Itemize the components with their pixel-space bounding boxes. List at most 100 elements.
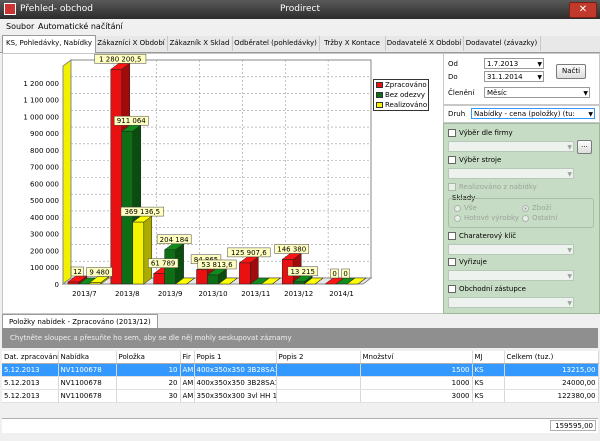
options-panel: Výběr dle firmy ▼ ... Výběr stroje ▼ Rea…: [443, 123, 600, 314]
charakter-checkbox[interactable]: [448, 232, 456, 240]
browse-button[interactable]: ...: [577, 140, 592, 154]
druh-box: Druh Nabídky - cena (položky) (tu: ▼: [443, 105, 600, 123]
do-date-picker[interactable]: 31.1.2014 ▼: [484, 71, 544, 82]
cell-polozka: 20: [116, 376, 181, 390]
zastupce-label: Obchodní zástupce: [459, 285, 526, 293]
sklady-vse-label: Vše: [464, 204, 477, 212]
tab-trzby-kontace[interactable]: Tržby X Kontace: [319, 36, 386, 51]
vyber-firmy-checkbox[interactable]: [448, 129, 456, 137]
table-row[interactable]: 5.12.2013 NV1100678 20 AM 400x350x350 3B…: [2, 376, 599, 390]
sklady-zbozi-label: Zboží: [532, 204, 552, 212]
title-bar: Přehled- obchod Prodirect ✕: [0, 0, 600, 19]
stroj-select[interactable]: ▼: [448, 168, 574, 179]
cell-popis-1: 400x350x350 3B28SA1 F: [194, 363, 277, 377]
chevron-down-icon: ▼: [567, 300, 572, 307]
vyrizuje-label: Vyřizuje: [459, 258, 487, 266]
chart-panel: 0 100 000 200 000 300 000 400 000 500 000 600 …: [2, 53, 444, 314]
y-tick-label: 100 000: [30, 264, 59, 272]
menu-soubor[interactable]: Soubor: [6, 22, 34, 31]
grid-footer: 159595,00: [2, 418, 598, 433]
cell-fir: AM: [180, 389, 195, 403]
charakter-select[interactable]: ▼: [448, 244, 574, 255]
cleneni-select[interactable]: Měsíc ▼: [484, 87, 590, 98]
tab-zakaznici-obdobi[interactable]: Zákazníci X Období: [95, 36, 168, 51]
y-tick-label: 1 100 000: [23, 97, 59, 105]
table-row[interactable]: 5.12.2013 NV1100678 10 AM 400x350x350 3B…: [2, 363, 599, 377]
druh-select[interactable]: Nabídky - cena (položky) (tu: ▼: [471, 108, 595, 119]
col-popis-1[interactable]: Popis 1: [194, 351, 277, 364]
cell-date: 5.12.2013: [2, 363, 59, 377]
chevron-down-icon: ▼: [537, 61, 542, 68]
group-by-panel[interactable]: Chytněte sloupec a přesuňte ho sem, aby …: [2, 328, 598, 348]
detail-grid-area: Položky nabídek - Zpracováno (2013/12) C…: [0, 314, 600, 441]
tab-zakaznik-sklad[interactable]: Zákazník X Sklad: [167, 36, 233, 51]
cell-polozka: 10: [116, 363, 181, 377]
menu-automaticke-nacitani[interactable]: Automatické načítání: [38, 22, 123, 31]
chevron-down-icon: ▼: [567, 247, 572, 254]
x-tick-label: 2013/10: [198, 290, 227, 298]
cell-mnozstvi: 1500: [360, 363, 473, 377]
y-tick-label: 200 000: [30, 247, 59, 255]
col-mnozstvi[interactable]: Množství: [360, 351, 473, 364]
col-polozka[interactable]: Položka: [116, 351, 181, 364]
data-label: 146 380: [277, 245, 306, 253]
tab-dodavatele-obdobi[interactable]: Dodavatelé X Období: [385, 36, 464, 51]
firma-select[interactable]: ▼: [448, 141, 574, 152]
legend-realizovano: Realizováno: [374, 100, 428, 110]
vyber-stroje-checkbox[interactable]: [448, 156, 456, 164]
x-tick-label: 2013/9: [158, 290, 183, 298]
chevron-down-icon: ▼: [567, 273, 572, 280]
col-dat-zpracovani[interactable]: Dat. zpracování: [2, 351, 59, 364]
cell-celkem: 122380,00: [504, 389, 599, 403]
y-tick-label: 500 000: [30, 197, 59, 205]
od-date-picker[interactable]: 1.7.2013 ▼: [484, 58, 544, 69]
tab-odberatel-pohledavky[interactable]: Odběratel (pohledávky): [232, 36, 320, 51]
data-label: 53 813,6: [201, 261, 233, 269]
sklady-hotove-radio[interactable]: [454, 215, 461, 222]
vyber-stroje-label: Výběr stroje: [459, 156, 502, 164]
tab-dodavatel-zavazky[interactable]: Dodavatel (závazky): [463, 36, 541, 51]
x-tick-label: 2013/11: [241, 290, 270, 298]
sklady-vse-radio[interactable]: [454, 205, 461, 212]
cell-celkem: 13215,00: [504, 363, 599, 377]
col-mj[interactable]: MJ: [472, 351, 505, 364]
cell-polozka: 30: [116, 389, 181, 403]
report-tabs: KS, Pohledávky, Nabídky Zákazníci X Obdo…: [0, 35, 600, 54]
close-button[interactable]: ✕: [569, 2, 597, 18]
chevron-down-icon: ▼: [537, 74, 542, 81]
data-label: 61 789: [151, 260, 176, 268]
table-row[interactable]: 5.12.2013 NV1100678 30 AM 350x350x300 3v…: [2, 389, 599, 403]
realizovano-checkbox[interactable]: [448, 183, 456, 191]
vyrizuje-select[interactable]: ▼: [448, 270, 574, 281]
col-popis-2[interactable]: Popis 2: [276, 351, 361, 364]
cell-nabidka: NV1100678: [58, 376, 117, 390]
sklady-zbozi-radio[interactable]: [522, 205, 529, 212]
bar: [196, 269, 208, 285]
bar: [153, 273, 165, 285]
y-tick-label: 600 000: [30, 180, 59, 188]
od-label: Od: [448, 60, 458, 68]
grid-tab[interactable]: Položky nabídek - Zpracováno (2013/12): [2, 314, 158, 329]
chevron-down-icon: ▼: [567, 171, 572, 178]
bar-side: [143, 215, 153, 285]
cell-popis-2: [276, 363, 361, 377]
y-tick-label: 400 000: [30, 214, 59, 222]
app-window: Přehled- obchod Prodirect ✕ Soubor Autom…: [0, 0, 600, 441]
cell-popis-2: [276, 376, 361, 390]
tab-ks-pohledavky-nabidky[interactable]: KS, Pohledávky, Nabídky: [2, 35, 96, 54]
zastupce-select[interactable]: ▼: [448, 297, 574, 308]
bar: [292, 281, 305, 285]
col-nabidka[interactable]: Nabídka: [58, 351, 117, 364]
legend-swatch: [376, 82, 383, 88]
col-fir[interactable]: Fir: [180, 351, 195, 364]
load-button[interactable]: Načti: [556, 64, 586, 79]
sklady-hotove-label: Hotové výrobky: [464, 214, 519, 222]
vyrizuje-checkbox[interactable]: [448, 258, 456, 266]
cell-mj: KS: [472, 363, 505, 377]
filter-panel: Od 1.7.2013 ▼ Do 31.1.2014 ▼ Načti Členění…: [443, 53, 600, 314]
cell-mnozstvi: 1000: [360, 376, 473, 390]
legend-bez-odezvy: Bez odezvy: [374, 90, 428, 100]
zastupce-checkbox[interactable]: [448, 285, 456, 293]
sklady-ostatni-radio[interactable]: [522, 215, 529, 222]
col-celkem[interactable]: Celkem (tuz.): [504, 351, 599, 364]
